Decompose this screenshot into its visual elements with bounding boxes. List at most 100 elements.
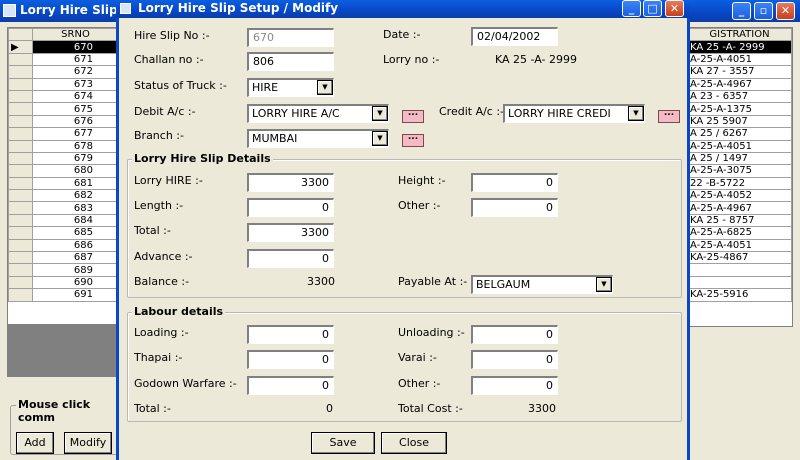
srno-cell[interactable]: 683: [32, 201, 119, 215]
row-selector[interactable]: [8, 151, 33, 166]
registration-cell[interactable]: A-25-A-3075: [687, 164, 792, 178]
close-icon[interactable]: ✕: [776, 2, 795, 20]
registration-cell[interactable]: KA-25-5916: [687, 288, 792, 302]
table-row[interactable]: KA 25 - 8757: [687, 213, 792, 228]
srno-cell[interactable]: 682: [32, 189, 119, 203]
row-selector[interactable]: [8, 176, 33, 191]
table-row[interactable]: A-25-A-4967: [687, 201, 792, 215]
registration-cell[interactable]: A-25-A-6825: [687, 226, 792, 240]
registration-cell[interactable]: KA 25 5907: [687, 114, 792, 129]
srno-cell[interactable]: 673: [32, 77, 119, 91]
registration-cell[interactable]: A 25 / 1497: [687, 151, 792, 166]
srno-cell[interactable]: 690: [32, 275, 119, 290]
registration-cell[interactable]: A-25-A-1375: [687, 102, 792, 116]
srno-cell[interactable]: 687: [32, 251, 119, 265]
length-field[interactable]: 0: [247, 198, 334, 217]
table-row[interactable]: 684: [8, 213, 119, 228]
row-selector[interactable]: [8, 52, 33, 67]
payable-at-select[interactable]: BELGAUM ▼: [471, 275, 613, 294]
registration-cell[interactable]: KA-25-4867: [687, 251, 792, 265]
row-selector[interactable]: [8, 238, 33, 253]
table-row[interactable]: 679: [8, 151, 119, 166]
srno-grid[interactable]: SRNO ▶ 670 671 672 673 674 675 676 677 678 679 680 6…: [7, 27, 121, 325]
srno-cell[interactable]: 677: [32, 127, 119, 141]
challan-no-field[interactable]: 806: [247, 52, 334, 71]
registration-cell[interactable]: A 23 - 6357: [687, 89, 792, 104]
credit-lookup-button[interactable]: ...: [658, 109, 680, 123]
registration-grid[interactable]: GISTRATION KA 25 -A- 2999 A-25-A-4051 KA 2…: [686, 27, 793, 327]
table-row[interactable]: A-25-A-3075: [687, 164, 792, 178]
unloading-field[interactable]: 0: [471, 325, 558, 344]
table-row[interactable]: KA 25 5907: [687, 114, 792, 129]
table-row[interactable]: ▶ 670: [8, 40, 119, 54]
hire-total-field[interactable]: 3300: [247, 223, 334, 242]
registration-cell[interactable]: KA 25 - 8757: [687, 213, 792, 228]
srno-cell[interactable]: 684: [32, 213, 119, 228]
table-row[interactable]: 682: [8, 189, 119, 203]
srno-cell[interactable]: 678: [32, 139, 119, 153]
row-selector[interactable]: [8, 288, 33, 302]
srno-cell[interactable]: 686: [32, 238, 119, 253]
registration-cell[interactable]: A-25-A-4051: [687, 238, 792, 253]
registration-cell[interactable]: 22 -B-5722: [687, 176, 792, 191]
table-row[interactable]: A 25 / 6267: [687, 127, 792, 141]
row-selector[interactable]: [8, 89, 33, 104]
srno-column-header[interactable]: SRNO: [32, 28, 119, 42]
srno-cell[interactable]: 676: [32, 114, 119, 129]
modify-button[interactable]: Modify: [64, 432, 112, 454]
branch-select[interactable]: MUMBAI ▼: [247, 129, 389, 148]
table-row[interactable]: 677: [8, 127, 119, 141]
srno-cell[interactable]: 680: [32, 164, 119, 178]
srno-cell[interactable]: 674: [32, 89, 119, 104]
row-selector[interactable]: [8, 251, 33, 265]
table-row[interactable]: 683: [8, 201, 119, 215]
registration-cell[interactable]: A-25-A-4051: [687, 139, 792, 153]
save-button[interactable]: Save: [311, 432, 375, 454]
row-selector[interactable]: [8, 127, 33, 141]
table-row[interactable]: A 25 / 1497: [687, 151, 792, 166]
dialog-title-bar[interactable]: Lorry Hire Slip Setup / Modify _ □ ✕: [116, 0, 690, 18]
table-row[interactable]: A-25-A-1375: [687, 102, 792, 116]
table-row[interactable]: 672: [8, 65, 119, 79]
table-row[interactable]: KA 25 -A- 2999: [687, 40, 792, 54]
restore-icon[interactable]: ▫: [754, 2, 773, 20]
registration-cell[interactable]: A-25-A-4052: [687, 189, 792, 203]
table-row[interactable]: 690: [8, 275, 119, 290]
srno-cell[interactable]: 691: [32, 288, 119, 302]
registration-cell[interactable]: [687, 275, 792, 290]
srno-cell[interactable]: 672: [32, 65, 119, 79]
row-selector[interactable]: [8, 275, 33, 290]
table-row[interactable]: A 23 - 6357: [687, 89, 792, 104]
table-row[interactable]: A-25-A-6825: [687, 226, 792, 240]
add-button[interactable]: Add: [16, 432, 54, 454]
minimize-icon[interactable]: _: [732, 2, 751, 20]
date-field[interactable]: 02/04/2002: [471, 27, 558, 46]
row-selector[interactable]: ▶: [8, 40, 33, 54]
table-row[interactable]: 686: [8, 238, 119, 253]
table-row[interactable]: KA-25-5916: [687, 288, 792, 302]
row-selector[interactable]: [8, 164, 33, 178]
srno-cell[interactable]: 685: [32, 226, 119, 240]
table-row[interactable]: KA-25-4867: [687, 251, 792, 265]
hire-other-field[interactable]: 0: [471, 198, 558, 217]
row-selector[interactable]: [8, 201, 33, 215]
dialog-close-icon[interactable]: ✕: [665, 0, 684, 17]
table-row[interactable]: 687: [8, 251, 119, 265]
table-row[interactable]: 689: [8, 263, 119, 277]
hire-slip-no-field[interactable]: 670: [247, 28, 334, 47]
debit-ac-select[interactable]: LORRY HIRE A/C ▼: [247, 104, 389, 123]
table-row[interactable]: 685: [8, 226, 119, 240]
registration-cell[interactable]: A-25-A-4967: [687, 201, 792, 215]
table-row[interactable]: 691: [8, 288, 119, 302]
row-selector[interactable]: [8, 114, 33, 129]
srno-cell[interactable]: 671: [32, 52, 119, 67]
dialog-maximize-icon[interactable]: □: [643, 0, 662, 17]
srno-cell[interactable]: 681: [32, 176, 119, 191]
branch-lookup-button[interactable]: ...: [402, 133, 424, 147]
row-selector[interactable]: [8, 226, 33, 240]
srno-cell[interactable]: 670: [32, 40, 119, 54]
chevron-down-icon[interactable]: ▼: [372, 131, 388, 146]
table-row[interactable]: 674: [8, 89, 119, 104]
height-field[interactable]: 0: [471, 173, 558, 192]
chevron-down-icon[interactable]: ▼: [372, 106, 388, 121]
